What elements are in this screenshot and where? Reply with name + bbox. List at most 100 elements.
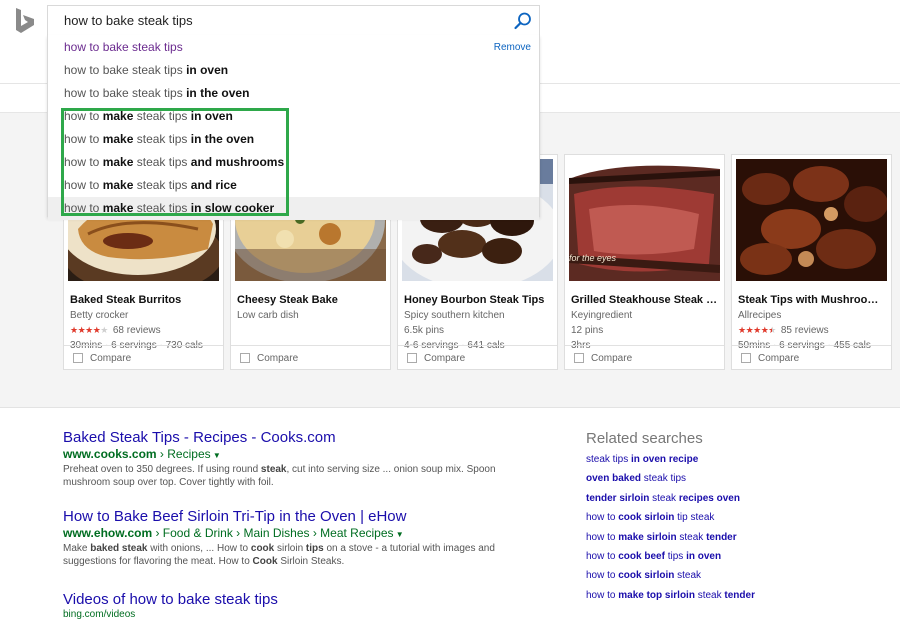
image-watermark: for the eyes bbox=[569, 253, 617, 263]
text-part: how to bake steak tips bbox=[64, 86, 187, 100]
text-part: tip steak bbox=[674, 512, 715, 524]
text-part: Make bbox=[63, 543, 91, 554]
suggestion-item[interactable]: how to make steak tips in slow cooker bbox=[48, 197, 539, 220]
recipe-title[interactable]: Grilled Steakhouse Steak Tips bbox=[571, 294, 721, 306]
text-part: how to bbox=[586, 589, 619, 601]
related-search-link[interactable]: how to cook sirloin steak bbox=[586, 570, 701, 581]
text-part: sirloin bbox=[274, 543, 306, 554]
suggestion-item[interactable]: how to make steak tips and rice bbox=[48, 174, 539, 197]
suggestion-item[interactable]: how to make steak tips in oven bbox=[48, 105, 539, 128]
recipe-source: Allrecipes bbox=[738, 310, 782, 321]
text-part: steak tips bbox=[586, 454, 632, 465]
recipe-image[interactable] bbox=[736, 159, 887, 281]
compare-checkbox-icon[interactable] bbox=[574, 353, 584, 363]
text-part: tips bbox=[664, 551, 687, 562]
text-part: how to bbox=[64, 109, 103, 123]
recipe-card[interactable]: for the eyes Grilled Steakhouse Steak Tip… bbox=[564, 154, 725, 370]
compare-checkbox-icon[interactable] bbox=[73, 353, 83, 363]
compare-row[interactable]: Compare bbox=[565, 345, 724, 370]
compare-label: Compare bbox=[424, 353, 466, 364]
related-search-link[interactable]: how to cook sirloin tip steak bbox=[586, 512, 714, 523]
related-search-link[interactable]: how to make sirloin steak tender bbox=[586, 532, 737, 543]
search-input[interactable] bbox=[48, 6, 498, 35]
recipe-source: Betty crocker bbox=[70, 310, 129, 321]
recipe-rating: ★★★★★ 68 reviews bbox=[70, 325, 222, 336]
text-part: with onions, ... How to bbox=[147, 543, 251, 554]
compare-label: Compare bbox=[257, 353, 299, 364]
compare-row[interactable]: Compare bbox=[398, 345, 557, 370]
result-snippet: Make baked steak with onions, ... How to… bbox=[63, 542, 503, 568]
related-search-link[interactable]: steak tips in oven recipe bbox=[586, 454, 698, 465]
suggestion-item[interactable]: how to bake steak tips Remove bbox=[48, 36, 539, 59]
bold-term: in oven bbox=[190, 109, 233, 123]
bold-term: in slow cooker bbox=[190, 201, 275, 215]
bold-term: make top sirloin bbox=[618, 589, 695, 601]
text-part: how to bbox=[586, 551, 619, 562]
compare-row[interactable]: Compare bbox=[231, 345, 390, 370]
result-title-link[interactable]: How to Bake Beef Sirloin Tri-Tip in the … bbox=[63, 508, 406, 525]
bold-term: in oven recipe bbox=[631, 454, 699, 465]
compare-row[interactable]: Compare bbox=[732, 345, 891, 370]
bold-term: oven baked bbox=[586, 473, 642, 485]
suggestion-item[interactable]: how to bake steak tips in oven bbox=[48, 59, 539, 82]
search-icon[interactable] bbox=[513, 11, 533, 31]
recipe-pins: 6.5k pins bbox=[404, 325, 445, 336]
related-searches-heading: Related searches bbox=[586, 430, 703, 447]
bold-term: cook beef bbox=[618, 551, 665, 562]
bold-term: cook sirloin bbox=[618, 570, 675, 582]
recipe-source: Spicy southern kitchen bbox=[404, 310, 505, 321]
related-search-link[interactable]: how to cook beef tips in oven bbox=[586, 551, 721, 562]
text-part: how to bbox=[64, 201, 103, 215]
bold-term: make bbox=[102, 132, 134, 146]
bold-term: in the oven bbox=[186, 86, 250, 100]
suggestion-item[interactable]: how to make steak tips in the oven bbox=[48, 128, 539, 151]
dropdown-caret-icon[interactable]: ▼ bbox=[211, 451, 221, 460]
bold-term: tender bbox=[724, 589, 755, 601]
compare-checkbox-icon[interactable] bbox=[407, 353, 417, 363]
text-part: how to bake steak tips bbox=[64, 63, 187, 77]
result-url[interactable]: www.cooks.com › Recipes ▼ bbox=[63, 447, 221, 461]
bold-term: make bbox=[102, 155, 134, 169]
text-part: steak bbox=[676, 531, 707, 543]
recipe-title[interactable]: Honey Bourbon Steak Tips bbox=[404, 294, 554, 306]
bold-term: recipes oven bbox=[678, 492, 740, 504]
suggestion-item[interactable]: how to make steak tips and mushrooms bbox=[48, 151, 539, 174]
star-rating-icon: ★★★★★ bbox=[738, 325, 776, 335]
review-count: 68 reviews bbox=[112, 325, 161, 336]
result-source-url[interactable]: bing.com/videos bbox=[63, 609, 135, 620]
result-domain: www.ehow.com bbox=[63, 526, 153, 540]
compare-row[interactable]: Compare bbox=[64, 345, 223, 370]
recipe-card[interactable]: Steak Tips with Mushroom S... Allrecipes ★… bbox=[731, 154, 892, 370]
text-part: how to bake steak tips bbox=[64, 40, 183, 54]
bold-term: in the oven bbox=[190, 132, 255, 146]
compare-checkbox-icon[interactable] bbox=[741, 353, 751, 363]
compare-checkbox-icon[interactable] bbox=[240, 353, 250, 363]
text-part: steak tips bbox=[133, 132, 191, 146]
bold-term: make bbox=[102, 178, 134, 192]
text-part: steak tips bbox=[133, 178, 191, 192]
text-part: steak bbox=[649, 492, 679, 504]
dropdown-caret-icon[interactable]: ▼ bbox=[394, 530, 404, 539]
autosuggest-dropdown: how to bake steak tips Remove how to bake … bbox=[47, 35, 540, 220]
bold-term: in oven bbox=[186, 63, 229, 77]
text-part: steak tips bbox=[133, 155, 191, 169]
recipe-pins: 12 pins bbox=[571, 325, 604, 336]
recipe-title[interactable]: Cheesy Steak Bake bbox=[237, 294, 387, 306]
recipe-image[interactable]: for the eyes bbox=[569, 159, 720, 281]
recipe-title[interactable]: Steak Tips with Mushroom S... bbox=[738, 294, 888, 306]
result-title-link[interactable]: Baked Steak Tips - Recipes - Cooks.com bbox=[63, 429, 336, 446]
recipe-title[interactable]: Baked Steak Burritos bbox=[70, 294, 220, 306]
compare-label: Compare bbox=[591, 353, 633, 364]
related-search-link[interactable]: how to make top sirloin steak tender bbox=[586, 590, 755, 601]
bing-logo-icon[interactable] bbox=[14, 7, 36, 35]
text-part: how to bbox=[64, 178, 103, 192]
related-search-link[interactable]: tender sirloin steak recipes oven bbox=[586, 493, 740, 504]
result-title-link[interactable]: Videos of how to bake steak tips bbox=[63, 591, 278, 608]
suggestion-item[interactable]: how to bake steak tips in the oven bbox=[48, 82, 539, 105]
remove-history-link[interactable]: Remove bbox=[494, 36, 531, 59]
bold-term: make sirloin bbox=[618, 531, 677, 543]
bold-term: and rice bbox=[190, 178, 237, 192]
text-part: how to bbox=[586, 512, 619, 524]
related-search-link[interactable]: oven baked steak tips bbox=[586, 473, 686, 484]
result-url[interactable]: www.ehow.com › Food & Drink › Main Dishe… bbox=[63, 526, 404, 540]
